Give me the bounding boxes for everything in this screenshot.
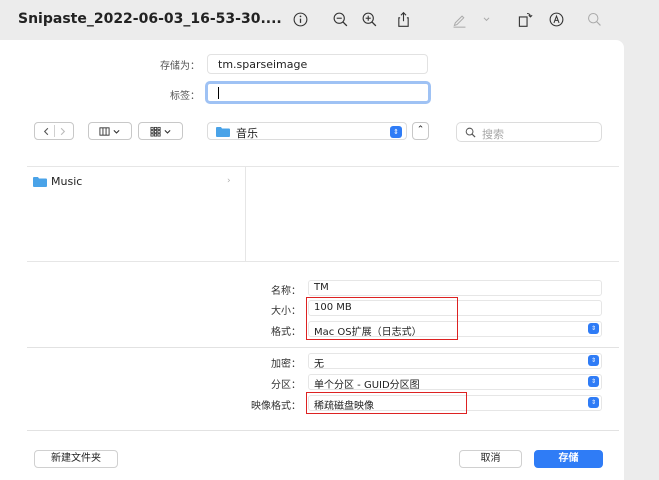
- popup-stepper-icon: ⇕: [588, 355, 599, 366]
- popup-stepper-icon: ⇕: [588, 323, 599, 334]
- search-icon[interactable]: [584, 9, 604, 29]
- annotate-icon[interactable]: [546, 9, 566, 29]
- save-dialog: 存储为： tm.sparseimage 标签： 音乐 ⇕ ⌃ 搜索 Music …: [0, 40, 624, 480]
- chevron-left-icon[interactable]: [41, 126, 52, 137]
- chevron-right-icon[interactable]: [57, 126, 68, 137]
- new-folder-button[interactable]: 新建文件夹: [34, 450, 118, 468]
- encryption-label: 加密：: [271, 359, 301, 370]
- share-icon[interactable]: [393, 9, 413, 29]
- popup-stepper-icon: ⇕: [390, 126, 402, 138]
- text-caret: [218, 87, 219, 99]
- info-icon[interactable]: [290, 9, 310, 29]
- rotate-icon[interactable]: [514, 9, 534, 29]
- segment-divider: [53, 125, 55, 137]
- popup-stepper-icon: ⇕: [588, 376, 599, 387]
- highlight-box-size-format: [306, 297, 458, 340]
- tags-field[interactable]: [205, 81, 431, 104]
- markup-pen-icon[interactable]: [449, 9, 469, 29]
- folder-icon: [33, 176, 47, 187]
- encryption-value: 无: [314, 359, 324, 370]
- chevron-down-icon[interactable]: [476, 9, 496, 29]
- divider: [27, 430, 619, 431]
- format-label: 格式：: [271, 327, 301, 338]
- highlight-box-image-format: [306, 392, 467, 414]
- folder-icon: [216, 127, 230, 137]
- partition-label: 分区：: [271, 380, 301, 391]
- zoom-in-icon[interactable]: [359, 9, 379, 29]
- name-label: 名称：: [271, 286, 301, 297]
- list-item-label: Music: [51, 175, 83, 188]
- size-label: 大小：: [271, 306, 301, 317]
- group-button[interactable]: [138, 122, 183, 140]
- encryption-select[interactable]: 无 ⇕: [308, 353, 602, 370]
- chevron-right-icon: ›: [227, 176, 231, 186]
- popup-stepper-icon: ⇕: [588, 397, 599, 408]
- zoom-out-icon[interactable]: [330, 9, 350, 29]
- location-name: 音乐: [236, 127, 258, 140]
- chevron-down-icon: [163, 129, 171, 134]
- list-item[interactable]: Music: [33, 175, 82, 188]
- browser-column: Music ›: [27, 167, 246, 262]
- chevron-up-icon: ⌃: [416, 125, 425, 135]
- grid-icon: [150, 126, 161, 136]
- search-placeholder: 搜索: [482, 128, 504, 141]
- name-field[interactable]: TM: [308, 280, 602, 296]
- cancel-button[interactable]: 取消: [459, 450, 522, 468]
- columns-view-icon: [99, 126, 110, 136]
- image-format-label: 映像格式：: [251, 401, 301, 412]
- save-as-label: 存储为：: [160, 61, 200, 72]
- divider: [27, 347, 619, 348]
- window-title: Snipaste_2022-06-03_16-53-30....: [18, 11, 282, 27]
- window-titlebar: Snipaste_2022-06-03_16-53-30....: [0, 0, 659, 40]
- back-forward-buttons[interactable]: [34, 122, 74, 140]
- location-popup[interactable]: 音乐 ⇕: [207, 122, 407, 140]
- collapse-button[interactable]: ⌃: [412, 122, 429, 140]
- tags-label: 标签：: [170, 91, 200, 102]
- view-mode-button[interactable]: [88, 122, 132, 140]
- save-as-field[interactable]: tm.sparseimage: [207, 54, 428, 74]
- save-button[interactable]: 存储: [534, 450, 603, 468]
- partition-value: 单个分区 - GUID分区图: [314, 380, 420, 391]
- search-field[interactable]: 搜索: [456, 122, 602, 142]
- file-browser: Music ›: [27, 166, 619, 262]
- chevron-down-icon: [113, 129, 120, 134]
- search-icon: [465, 127, 476, 138]
- partition-select[interactable]: 单个分区 - GUID分区图 ⇕: [308, 374, 602, 391]
